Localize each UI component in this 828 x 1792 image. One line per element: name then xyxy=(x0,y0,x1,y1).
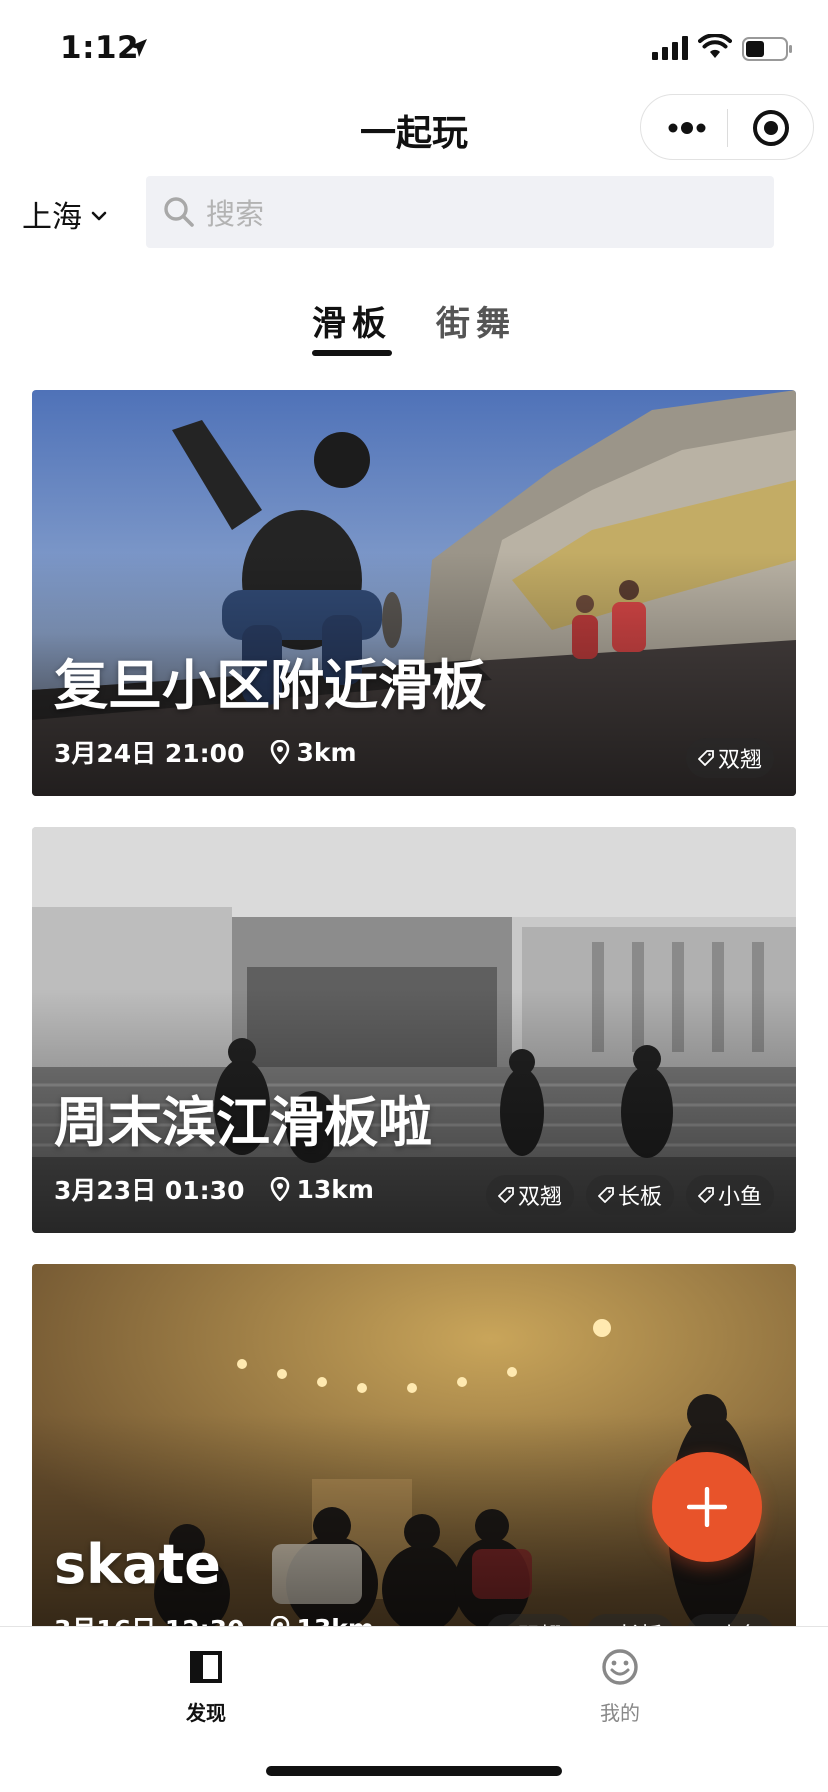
tab-skateboard[interactable]: 滑板 xyxy=(312,296,392,345)
close-target-icon[interactable] xyxy=(751,108,791,148)
tabbar-item-discover[interactable]: 发现 xyxy=(146,1647,266,1726)
card-meta: 3月23日 01:30 13km xyxy=(54,1171,374,1207)
tag-label: 双翘 xyxy=(517,1185,562,1210)
add-event-button[interactable] xyxy=(652,1452,762,1562)
wifi-icon xyxy=(698,34,732,58)
tabbar-label: 我的 xyxy=(600,1701,640,1725)
search-icon xyxy=(164,197,194,227)
event-datetime: 3月24日 21:00 xyxy=(54,739,245,768)
tag-icon xyxy=(497,1187,514,1203)
tag-badge: 小鱼 xyxy=(685,1175,774,1215)
event-distance: 13km xyxy=(296,1174,374,1204)
card-tags: 双翘 xyxy=(685,738,774,778)
tabbar-label: 发现 xyxy=(186,1701,226,1725)
tag-badge: 双翘 xyxy=(685,738,774,778)
location-pin-icon xyxy=(271,740,290,764)
distance-group: 3km xyxy=(270,737,357,767)
event-datetime: 3月23日 01:30 xyxy=(54,1176,245,1205)
city-selector[interactable]: 上海 xyxy=(22,192,110,236)
plus-icon xyxy=(687,1487,727,1527)
status-bar: 1:12 xyxy=(0,0,828,98)
capsule-divider xyxy=(727,109,728,147)
tag-label: 双翘 xyxy=(717,748,762,773)
distance-group: 13km xyxy=(270,1174,374,1204)
tag-icon xyxy=(697,750,714,766)
discover-icon xyxy=(190,1651,222,1683)
home-indicator[interactable] xyxy=(266,1766,562,1776)
location-pin-icon xyxy=(271,1177,290,1201)
event-card[interactable]: 复旦小区附近滑板 3月24日 21:00 3km 双翘 xyxy=(32,390,796,796)
event-card[interactable]: 周末滨江滑板啦 3月23日 01:30 13km 双翘 长板 小鱼 xyxy=(32,827,796,1233)
tag-badge: 双翘 xyxy=(485,1175,574,1215)
tag-badge: 长板 xyxy=(585,1175,674,1215)
tab-street-dance[interactable]: 街舞 xyxy=(436,296,516,345)
event-distance: 3km xyxy=(296,737,357,767)
search-placeholder: 搜索 xyxy=(206,197,265,231)
card-title: 复旦小区附近滑板 xyxy=(54,654,486,717)
card-title: 周末滨江滑板啦 xyxy=(54,1091,432,1154)
tag-icon xyxy=(697,1187,714,1203)
chevron-down-icon xyxy=(91,211,107,221)
cellular-signal-icon xyxy=(652,36,688,60)
tag-label: 长板 xyxy=(617,1185,662,1210)
battery-icon xyxy=(742,37,792,61)
tag-icon xyxy=(597,1187,614,1203)
active-tab-indicator xyxy=(312,350,392,356)
city-label: 上海 xyxy=(22,200,82,235)
card-title: skate xyxy=(54,1533,221,1596)
miniprogram-capsule xyxy=(640,94,814,160)
tabbar-item-mine[interactable]: 我的 xyxy=(560,1647,680,1726)
location-arrow-icon xyxy=(129,39,147,57)
more-icon[interactable] xyxy=(663,113,711,143)
card-meta: 3月24日 21:00 3km xyxy=(54,734,357,770)
tag-label: 小鱼 xyxy=(717,1185,762,1210)
smiley-icon xyxy=(602,1649,638,1685)
event-card[interactable]: skate 3月16日 12:30 13km 双翘 长板 小鱼 xyxy=(32,1264,796,1638)
card-tags: 双翘 长板 小鱼 xyxy=(485,1175,774,1215)
search-input[interactable]: 搜索 xyxy=(146,176,774,248)
